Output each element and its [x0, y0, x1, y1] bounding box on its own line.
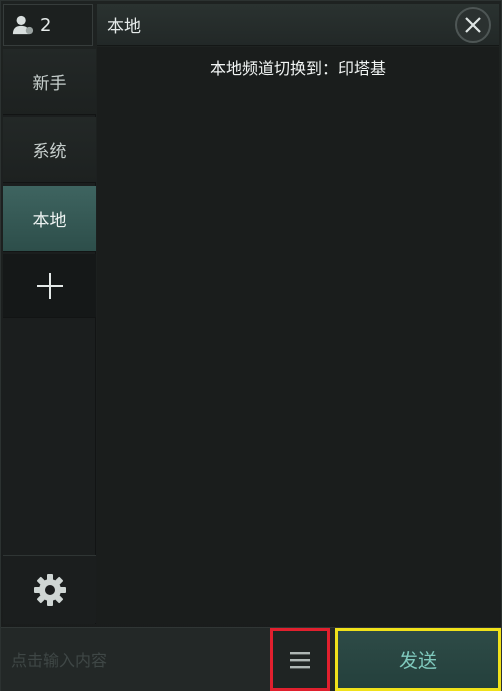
plus-icon [36, 272, 63, 299]
tab-system[interactable]: 系统 [3, 117, 96, 183]
system-message: 本地频道切换到：印塔基 [209, 59, 386, 78]
user-icon [12, 15, 34, 35]
menu-button[interactable] [270, 628, 330, 691]
online-count: 2 [40, 14, 52, 36]
chat-window: 2 本地 新手 系统 本地 本地频道切换到：印塔基 点击输入内容 发送 [0, 0, 502, 691]
add-channel-button[interactable] [3, 254, 96, 318]
settings-button[interactable] [3, 555, 96, 623]
send-button[interactable]: 发送 [335, 628, 501, 691]
channel-sidebar: 新手 系统 本地 [3, 49, 96, 624]
tab-label: 本地 [32, 211, 67, 231]
tab-label: 新手 [32, 74, 67, 94]
channel-title: 本地 [107, 17, 141, 37]
input-bar: 发送 [1, 627, 501, 691]
online-users-button[interactable]: 2 [3, 4, 93, 46]
send-label: 发送 [398, 650, 437, 672]
tab-label: 系统 [32, 142, 67, 162]
menu-icon [290, 651, 310, 668]
tab-newbie[interactable]: 新手 [3, 49, 96, 115]
chat-input[interactable] [11, 642, 261, 678]
tab-local[interactable]: 本地 [3, 186, 96, 252]
message-area[interactable]: 本地频道切换到：印塔基 [97, 47, 499, 624]
close-button[interactable] [455, 7, 491, 43]
channel-title-bar: 本地 [97, 4, 499, 46]
gear-icon [33, 573, 66, 606]
close-icon [465, 17, 481, 33]
